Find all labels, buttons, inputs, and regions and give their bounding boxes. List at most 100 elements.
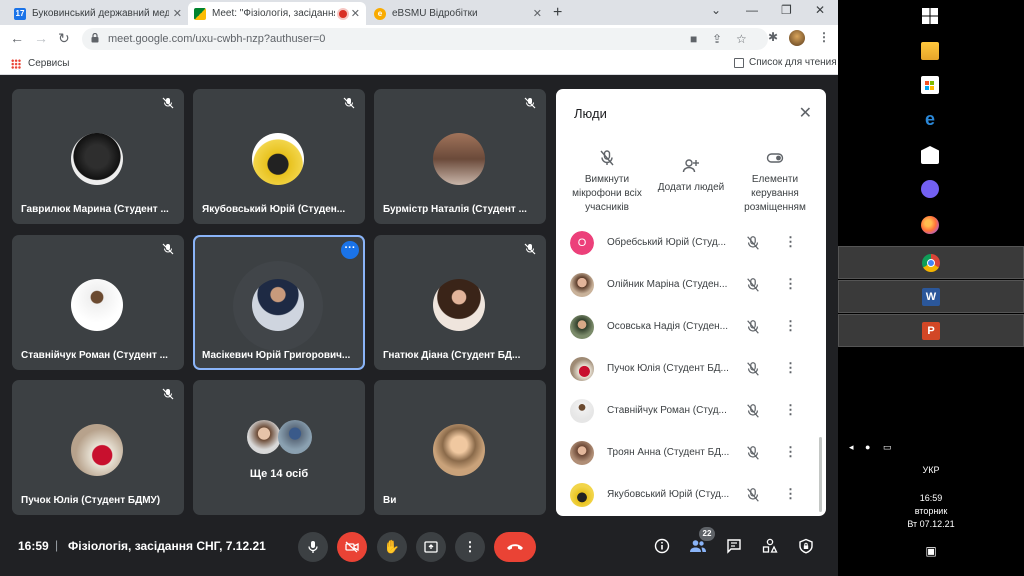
reading-list-button[interactable]: Список для чтения [734,57,837,68]
camera-toggle-button[interactable] [337,532,367,562]
list-item[interactable]: Ставнійчук Роман (Студ... ⋮ [570,398,810,424]
more-options-button[interactable]: ··· [341,241,359,259]
share-icon[interactable]: ⇪ [712,32,722,46]
list-item[interactable]: Осовська Надія (Студен... ⋮ [570,314,810,340]
close-icon[interactable]: ✕ [173,7,182,20]
divider: | [55,538,59,552]
browser-menu-icon[interactable]: ⋮ [818,30,830,44]
more-vert-icon[interactable]: ⋮ [784,444,797,460]
meeting-info-button[interactable] [652,536,672,556]
close-icon[interactable]: ✕ [533,7,542,20]
profile-avatar[interactable] [789,30,805,46]
tray-clock-time[interactable]: 16:59 [838,493,1024,503]
microphone-button[interactable] [298,532,328,562]
host-controls-button[interactable]: Елементи керування розміщенням [734,149,816,215]
self-tile[interactable]: Ви [374,380,546,515]
more-options-button[interactable]: ⋮ [455,532,485,562]
raise-hand-button[interactable]: ✋ [377,532,407,562]
participant-tile[interactable]: Якубовський Юрій (Студен... [193,89,365,224]
participant-tile[interactable]: Гаврилюк Марина (Студент ... [12,89,184,224]
participant-tile[interactable]: Бурмістр Наталія (Студент ... [374,89,546,224]
restore-icon[interactable]: ❐ [781,3,792,17]
participant-tile[interactable]: Пучок Юлія (Студент БДМУ) [12,380,184,515]
tray-clock-day[interactable]: вторник [838,506,1024,516]
file-explorer-icon[interactable] [921,42,939,60]
taskbar-item-chrome[interactable] [838,246,1024,279]
tab-meet[interactable]: Meet: "Фізіологія, засідання ✕ [188,2,366,25]
back-icon[interactable]: ← [10,30,24,46]
reload-icon[interactable]: ↻ [58,30,70,47]
camera-icon[interactable]: ■ [690,32,697,46]
more-vert-icon[interactable]: ⋮ [784,402,797,418]
extensions-icon[interactable]: ✱ [768,30,778,44]
bookmark-star-icon[interactable]: ☆ [736,32,747,46]
tab-ebsmu[interactable]: e eBSMU Відробітки ✕ [368,2,548,25]
tray-microphone-icon[interactable]: ● [865,442,875,452]
more-participants-tile[interactable]: Ще 14 осіб [193,380,365,515]
mic-off-icon[interactable] [745,235,761,251]
notifications-icon[interactable]: ▣ [838,544,1024,558]
chat-button[interactable] [724,536,744,556]
leave-call-button[interactable] [494,532,536,562]
participant-tile[interactable]: Ставнійчук Роман (Студент ... [12,235,184,370]
forward-icon[interactable]: → [34,30,48,46]
tab-search-icon[interactable]: ⌄ [711,3,721,17]
firefox-icon[interactable] [921,216,939,234]
list-item[interactable]: O Обребський Юрій (Студ... ⋮ [570,230,810,256]
windows-taskbar: e W P ◂ ● ▭ УКР 16:59 вторник Вт 07.12.2… [838,0,1024,576]
mail-icon[interactable] [921,146,939,164]
more-vert-icon[interactable]: ⋮ [784,276,797,292]
list-item[interactable]: Якубовський Юрій (Студ... ⋮ [570,482,810,508]
host-controls-shield-button[interactable] [796,536,816,556]
participant-name: Ставнійчук Роман (Студ... [607,405,727,416]
close-icon[interactable]: ✕ [351,7,360,20]
activities-button[interactable] [760,536,780,556]
mic-off-icon[interactable] [745,487,761,503]
tray-battery-icon[interactable]: ▭ [883,442,893,452]
close-panel-button[interactable]: ✕ [799,103,812,123]
mic-off-icon[interactable] [745,277,761,293]
list-item[interactable]: Троян Анна (Студент БД... ⋮ [570,440,810,466]
new-tab-button[interactable]: + [553,4,562,22]
tab-university[interactable]: 17 Буковинський державний меди ✕ [8,2,188,25]
more-vert-icon[interactable]: ⋮ [784,234,797,250]
add-people-button[interactable]: Додати людей [650,157,732,195]
meeting-title: Фізіологія, засідання СНГ, 7.12.21 [68,539,266,553]
list-item[interactable]: Пучок Юлія (Студент БД... ⋮ [570,356,810,382]
more-vert-icon[interactable]: ⋮ [784,318,797,334]
mic-off-icon[interactable] [745,403,761,419]
address-bar[interactable]: meet.google.com/uxu-cwbh-nzp?authuser=0 … [82,28,768,50]
microsoft-store-icon[interactable] [921,76,939,94]
taskbar-item-powerpoint[interactable]: P [838,314,1024,347]
mic-off-icon[interactable] [745,361,761,377]
viber-icon[interactable] [921,180,939,198]
hang-up-icon [507,544,523,550]
powerpoint-icon: P [922,322,940,340]
more-vert-icon[interactable]: ⋮ [784,486,797,502]
participant-tile[interactable]: Гнатюк Діана (Студент БД... [374,235,546,370]
avatar [247,420,281,454]
mic-off-icon[interactable] [745,445,761,461]
panel-scrollbar[interactable] [819,437,822,512]
mic-off-icon[interactable] [745,319,761,335]
edge-browser-icon[interactable]: e [921,110,939,128]
participant-tile-active-speaker[interactable]: ··· Масікевич Юрій Григорович... [193,235,365,370]
language-indicator[interactable]: УКР [838,465,1024,475]
avatar [71,424,123,476]
taskbar-item-word[interactable]: W [838,280,1024,313]
calendar-favicon-icon: 17 [14,7,26,20]
more-vert-icon[interactable]: ⋮ [784,360,797,376]
people-count-badge: 22 [699,527,715,541]
window-close-icon[interactable]: ✕ [815,3,825,17]
avatar [570,399,594,423]
tray-clock-date[interactable]: Вт 07.12.21 [838,519,1024,529]
word-icon: W [922,288,940,306]
present-screen-button[interactable] [416,532,446,562]
apps-bookmark[interactable]: Сервисы [28,58,69,69]
minimize-icon[interactable]: — [746,3,758,17]
tray-overflow-icon[interactable]: ◂ [849,442,859,452]
windows-start-icon[interactable] [921,7,939,25]
mute-all-button[interactable]: Вимкнути мікрофони всіх учасників [566,149,648,215]
list-item[interactable]: Олійник Маріна (Студен... ⋮ [570,272,810,298]
apps-grid-icon[interactable] [11,59,21,69]
